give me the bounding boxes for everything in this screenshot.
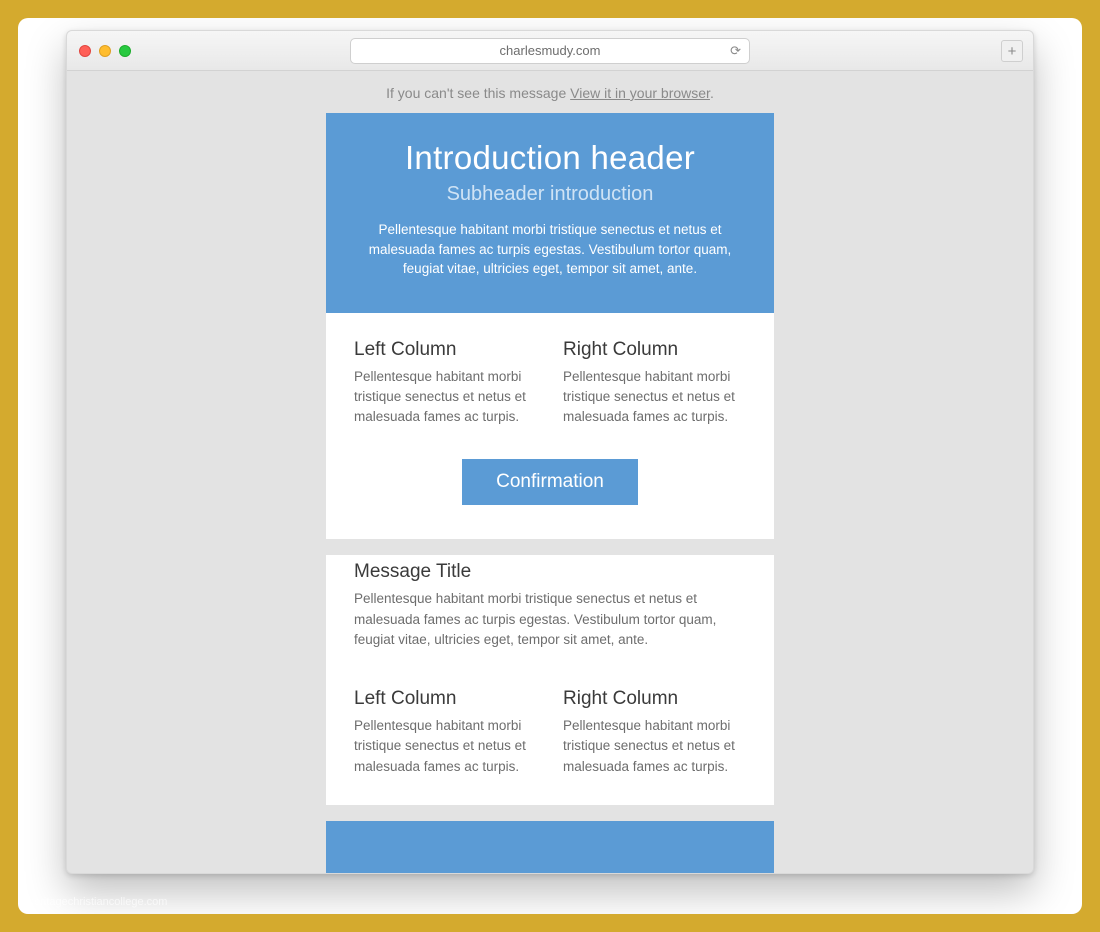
column-title: Left Column	[354, 339, 537, 361]
message-section: Message Title Pellentesque habitant morb…	[326, 555, 774, 678]
browser-titlebar: charlesmudy.com ⟳ +	[67, 31, 1033, 71]
two-column-section-1: Left Column Pellentesque habitant morbi …	[326, 313, 774, 438]
address-url: charlesmudy.com	[500, 43, 601, 58]
column-body: Pellentesque habitant morbi tristique se…	[563, 367, 746, 428]
preheader-suffix: .	[710, 85, 714, 101]
left-column-2: Left Column Pellentesque habitant morbi …	[354, 688, 537, 777]
browser-viewport: If you can't see this message View it in…	[67, 71, 1033, 873]
new-tab-button[interactable]: +	[1001, 40, 1023, 62]
hero-subtitle: Subheader introduction	[354, 183, 746, 206]
section-gap	[326, 539, 774, 555]
cta-section: Confirmation	[326, 437, 774, 539]
close-icon[interactable]	[79, 45, 91, 57]
right-column-2: Right Column Pellentesque habitant morbi…	[563, 688, 746, 777]
column-body: Pellentesque habitant morbi tristique se…	[563, 716, 746, 777]
hero-body: Pellentesque habitant morbi tristique se…	[354, 220, 746, 279]
message-title: Message Title	[354, 561, 746, 583]
two-column-section-2: Left Column Pellentesque habitant morbi …	[326, 678, 774, 805]
column-title: Right Column	[563, 339, 746, 361]
browser-window: charlesmudy.com ⟳ + If you can't see thi…	[66, 30, 1034, 874]
address-bar[interactable]: charlesmudy.com ⟳	[350, 38, 750, 64]
hero-title: Introduction header	[354, 139, 746, 177]
confirmation-button[interactable]: Confirmation	[462, 459, 638, 505]
window-controls	[79, 45, 131, 57]
message-body: Pellentesque habitant morbi tristique se…	[354, 589, 746, 650]
reload-icon[interactable]: ⟳	[730, 43, 741, 59]
page-canvas: charlesmudy.com ⟳ + If you can't see thi…	[18, 18, 1082, 914]
page-watermark: heritagechristiancollege.com	[28, 896, 167, 908]
view-in-browser-link[interactable]: View it in your browser	[570, 85, 710, 101]
left-column-1: Left Column Pellentesque habitant morbi …	[354, 339, 537, 428]
column-title: Right Column	[563, 688, 746, 710]
section-gap	[326, 805, 774, 821]
preheader-prefix: If you can't see this message	[386, 85, 570, 101]
minimize-icon[interactable]	[99, 45, 111, 57]
column-body: Pellentesque habitant morbi tristique se…	[354, 367, 537, 428]
zoom-icon[interactable]	[119, 45, 131, 57]
column-body: Pellentesque habitant morbi tristique se…	[354, 716, 537, 777]
preheader: If you can't see this message View it in…	[67, 71, 1033, 113]
footer-hero	[326, 821, 774, 873]
email-body: Introduction header Subheader introducti…	[326, 113, 774, 873]
column-title: Left Column	[354, 688, 537, 710]
right-column-1: Right Column Pellentesque habitant morbi…	[563, 339, 746, 428]
hero-section: Introduction header Subheader introducti…	[326, 113, 774, 313]
